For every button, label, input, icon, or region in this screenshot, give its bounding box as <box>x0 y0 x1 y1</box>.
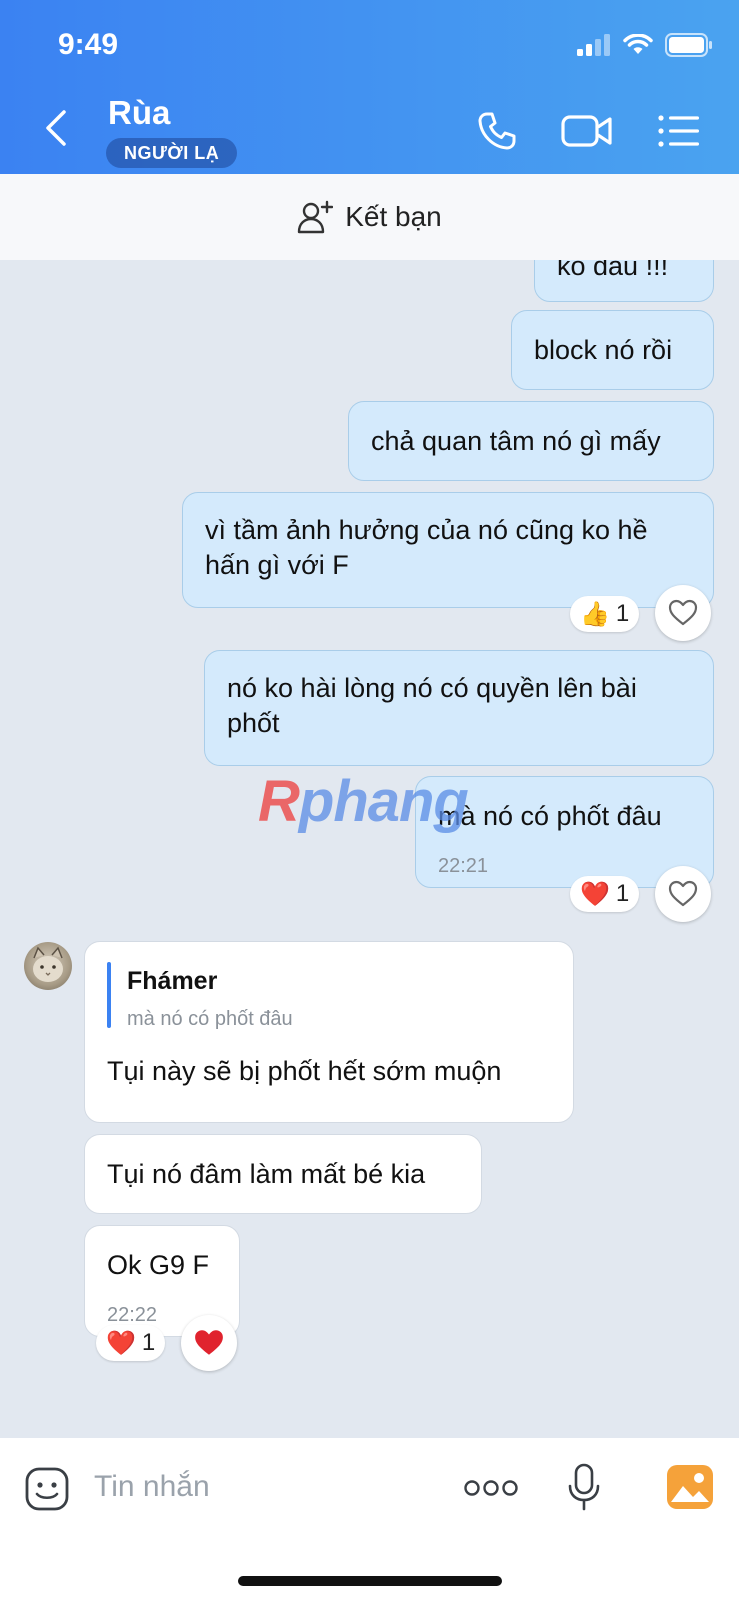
react-button[interactable] <box>655 866 711 922</box>
wifi-icon <box>623 34 653 54</box>
watermark-letter: R <box>258 769 300 834</box>
message-bubble-incoming[interactable]: Fhámer mà nó có phốt đâu Tụi này sẽ bị p… <box>84 941 574 1123</box>
reaction-summary[interactable]: 👍 1 <box>570 596 640 632</box>
message-text: chả quan tâm nó gì mấy <box>371 426 661 456</box>
battery-icon <box>665 33 712 57</box>
signal-icon <box>577 34 610 56</box>
message-timestamp: 22:21 <box>438 855 489 877</box>
message-text-line-2: phốt <box>227 708 280 738</box>
video-call-button[interactable] <box>560 108 614 154</box>
heart-outline-icon <box>668 880 698 907</box>
call-button[interactable] <box>474 108 520 154</box>
cat-avatar-icon <box>33 946 63 982</box>
add-friend-bar[interactable]: Kết bạn <box>0 174 739 260</box>
heart-icon: ❤️ <box>580 880 610 908</box>
status-time: 9:49 <box>58 28 119 61</box>
message-text-line-2: hấn gì với F <box>205 550 349 580</box>
heart-outline-icon <box>668 599 698 626</box>
reaction-summary[interactable]: ❤️ 1 <box>570 876 640 912</box>
heart-icon: ❤️ <box>106 1329 136 1357</box>
reaction-summary[interactable]: ❤️ 1 <box>96 1325 166 1361</box>
react-button[interactable] <box>655 585 711 641</box>
video-camera-icon <box>561 115 612 147</box>
message-text: ko đâu !!! <box>557 260 669 281</box>
more-dots-icon[interactable] <box>464 1478 518 1498</box>
reply-quoted-text: mà nó có phốt đâu <box>127 1008 293 1030</box>
sticker-face-icon[interactable] <box>24 1466 70 1512</box>
message-text: block nó rồi <box>534 335 673 365</box>
message-bubble-outgoing[interactable]: vì tầm ảnh hưởng của nó cũng ko hề hấn g… <box>182 492 714 608</box>
reaction-count: 1 <box>141 1329 156 1356</box>
microphone-icon[interactable] <box>566 1462 602 1512</box>
stranger-badge: NGƯỜI LẠ <box>106 138 238 168</box>
contact-name[interactable]: Rùa <box>108 94 170 132</box>
add-friend-label: Kết bạn <box>345 201 442 232</box>
menu-button[interactable] <box>656 108 702 154</box>
message-text: Tụi này sẽ bị phốt hết sớm muộn <box>107 1056 502 1086</box>
reaction-count: 1 <box>615 600 630 627</box>
reply-quote-bar <box>107 962 111 1028</box>
chevron-left-icon <box>46 110 66 146</box>
message-text-line-1: nó ko hài lòng nó có quyền lên bài <box>227 673 637 703</box>
message-bubble-outgoing[interactable]: block nó rồi <box>511 310 714 390</box>
home-indicator <box>238 1576 502 1586</box>
message-text-line-1: vì tầm ảnh hưởng của nó cũng ko hề <box>205 515 648 545</box>
message-input[interactable]: Tin nhắn <box>94 1470 210 1504</box>
message-text: Tụi nó đâm làm mất bé kia <box>107 1159 426 1189</box>
add-user-icon <box>298 200 334 234</box>
chat-area[interactable]: ko đâu !!! block nó rồi chả quan tâm nó … <box>0 260 739 1438</box>
message-text: Ok G9 F <box>107 1250 210 1280</box>
reply-sender-name: Fhámer <box>127 967 218 995</box>
watermark-text: phang <box>298 769 469 834</box>
message-text: mà nó có phốt đâu <box>438 801 662 831</box>
react-button[interactable] <box>181 1315 237 1371</box>
message-bubble-outgoing[interactable]: ko đâu !!! <box>534 260 714 302</box>
message-bubble-outgoing[interactable]: chả quan tâm nó gì mấy <box>348 401 714 481</box>
list-menu-icon <box>658 115 699 147</box>
message-bubble-incoming[interactable]: Tụi nó đâm làm mất bé kia <box>84 1134 482 1214</box>
back-button[interactable] <box>36 106 76 150</box>
watermark-logo: Rphang <box>258 768 469 835</box>
phone-icon <box>478 112 516 150</box>
message-bubble-outgoing[interactable]: nó ko hài lòng nó có quyền lên bài phốt <box>204 650 714 766</box>
status-icons <box>577 32 713 58</box>
heart-filled-icon <box>195 1330 223 1355</box>
thumbs-up-icon: 👍 <box>580 600 610 628</box>
avatar[interactable] <box>24 942 72 990</box>
chat-header: 9:49 Rùa NGƯỜI LẠ <box>0 0 739 174</box>
image-gallery-icon[interactable] <box>666 1464 714 1510</box>
reaction-count: 1 <box>615 880 630 907</box>
